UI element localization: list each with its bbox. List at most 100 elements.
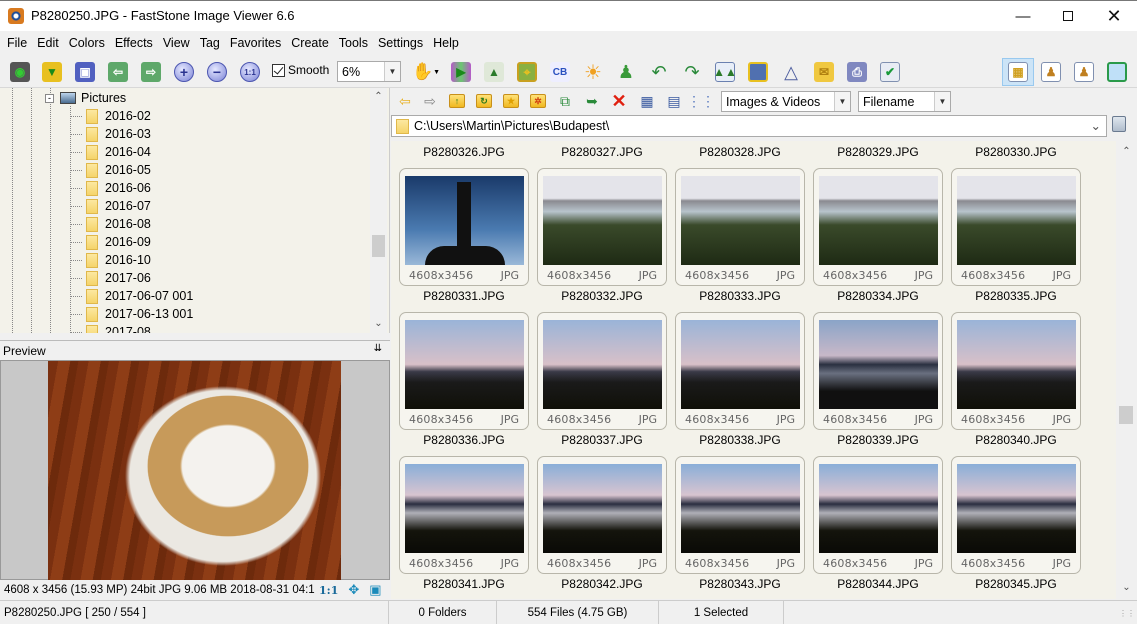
close-button[interactable]: ✕ (1091, 1, 1137, 31)
thumbnail-card[interactable]: 4608x3456 JPG (813, 456, 943, 574)
menu-favorites[interactable]: Favorites (225, 31, 286, 56)
thumbnail-card[interactable]: 4608x3456 JPG (399, 456, 529, 574)
thumbnail-filename[interactable]: P8280328.JPG (675, 145, 805, 159)
thumbnail-scroll-thumb[interactable] (1119, 406, 1133, 424)
thumbnail-filename[interactable]: P8280331.JPG (399, 289, 529, 303)
thumbnail-filename[interactable]: P8280340.JPG (951, 433, 1081, 447)
path-input[interactable]: C:\Users\Martin\Pictures\Budapest\ ⌄ (391, 115, 1107, 137)
thumbnail-filename[interactable]: P8280341.JPG (399, 577, 529, 591)
move-to-button[interactable]: ➥ (582, 91, 602, 111)
smooth-checkbox[interactable]: Smooth (272, 63, 329, 77)
tree-item-folder[interactable]: 2016-10 (70, 251, 151, 269)
thumbnail-filename[interactable]: P8280334.JPG (813, 289, 943, 303)
thumbnail-filename[interactable]: P8280342.JPG (537, 577, 667, 591)
open-button[interactable]: ▼ (40, 60, 64, 84)
resize-grip-icon[interactable]: ⋮⋮ (1119, 609, 1135, 618)
actual-size-toggle[interactable]: 1:1 (319, 584, 338, 597)
menu-view[interactable]: View (158, 31, 195, 56)
thumbnail-filename[interactable]: P8280329.JPG (813, 145, 943, 159)
acquire-button[interactable]: ◉ (8, 60, 32, 84)
scroll-down-icon[interactable]: ⌄ (1118, 579, 1135, 596)
maximize-button[interactable] (1045, 1, 1091, 31)
tree-item-folder[interactable]: 2016-08 (70, 215, 151, 233)
thumbnail-filename[interactable]: P8280345.JPG (951, 577, 1081, 591)
menu-tools[interactable]: Tools (334, 31, 373, 56)
compare-button[interactable]: ▲▲ (713, 60, 737, 84)
thumbnail-card[interactable]: 4608x3456 JPG (813, 312, 943, 430)
tree-item-folder[interactable]: 2017-06-07 001 (70, 287, 193, 305)
copy-to-button[interactable]: ⧉ (555, 91, 575, 111)
crop-button[interactable]: ⌖ (515, 60, 539, 84)
tree-scrollbar[interactable]: ⌃ ⌄ (370, 88, 387, 333)
chevron-down-icon[interactable]: ⌄ (1091, 118, 1101, 133)
menu-settings[interactable]: Settings (373, 31, 428, 56)
thumbnail-card[interactable]: 4608x3456 JPG (537, 168, 667, 286)
thumbnail-card[interactable]: 4608x3456 JPG (537, 456, 667, 574)
batch-button[interactable]: ✔ (878, 60, 902, 84)
thumbnail-filename[interactable]: P8280337.JPG (537, 433, 667, 447)
thumbnail-card[interactable]: 4608x3456 JPG (675, 168, 805, 286)
thumbnail-filename[interactable]: P8280344.JPG (813, 577, 943, 591)
text-button[interactable]: CB (548, 60, 572, 84)
up-folder-button[interactable]: ↑ (447, 91, 467, 111)
favorite-folder-button[interactable]: ★ (501, 91, 521, 111)
fullscreen-small-icon[interactable]: ▣ (369, 582, 381, 598)
browser-layout-button[interactable]: ▦ (1002, 58, 1034, 86)
rotate-right-button[interactable]: ↷ (680, 60, 704, 84)
collapse-double-chevron-icon[interactable]: ⇊ (374, 343, 382, 354)
thumbnail-filename[interactable]: P8280330.JPG (951, 145, 1081, 159)
slideshow-button[interactable]: ▶ (449, 60, 473, 84)
collapse-icon[interactable]: - (45, 93, 54, 103)
minimize-button[interactable]: — (1000, 1, 1046, 31)
thumbnail-card[interactable]: 4608x3456 JPG (813, 168, 943, 286)
resize-button[interactable]: ▲ (482, 60, 506, 84)
thumbnail-card[interactable]: 4608x3456 JPG (675, 456, 805, 574)
zoom-out-button[interactable]: − (205, 60, 229, 84)
thumbnail-scrollbar[interactable]: ⌃ ⌄ (1116, 141, 1137, 599)
forward-button[interactable]: ⇨ (420, 91, 440, 111)
thumbnail-card[interactable]: 4608x3456 JPG (399, 168, 529, 286)
tree-item-folder[interactable]: 2017-06-13 001 (70, 305, 193, 323)
scan-button[interactable]: △ (779, 60, 803, 84)
thumbnail-card[interactable]: 4608x3456 JPG (675, 312, 805, 430)
thumbnail-view-button[interactable]: ▦ (637, 91, 657, 111)
thumbnail-card[interactable]: 4608x3456 JPG (399, 312, 529, 430)
menu-help[interactable]: Help (428, 31, 464, 56)
tree-item-folder[interactable]: 2016-07 (70, 197, 151, 215)
scroll-up-icon[interactable]: ⌃ (1118, 143, 1135, 160)
thumbnail-filename[interactable]: P8280343.JPG (675, 577, 805, 591)
new-folder-button[interactable]: ✲ (528, 91, 548, 111)
tree-item-folder[interactable]: 2016-05 (70, 161, 151, 179)
tree-item-folder[interactable]: 2017-08 (70, 323, 151, 333)
menu-create[interactable]: Create (286, 31, 334, 56)
details-view-button[interactable]: ⋮⋮ (687, 91, 715, 111)
next-button[interactable]: ⇨ (139, 60, 163, 84)
list-view-button[interactable]: ▤ (664, 91, 684, 111)
tree-item-pictures[interactable]: - Pictures (45, 89, 126, 107)
thumbnail-filename[interactable]: P8280336.JPG (399, 433, 529, 447)
tree-item-folder[interactable]: 2016-02 (70, 107, 151, 125)
tree-item-folder[interactable]: 2016-06 (70, 179, 151, 197)
menu-edit[interactable]: Edit (32, 31, 64, 56)
thumbnail-filename[interactable]: P8280326.JPG (399, 145, 529, 159)
scroll-down-icon[interactable]: ⌄ (370, 315, 387, 332)
thumbnail-card[interactable]: 4608x3456 JPG (537, 312, 667, 430)
previous-button[interactable]: ⇦ (106, 60, 130, 84)
set-wallpaper-button[interactable] (746, 60, 770, 84)
menu-tag[interactable]: Tag (195, 31, 225, 56)
full-view-button[interactable]: ♟ (1068, 58, 1100, 86)
back-button[interactable]: ⇦ (395, 91, 415, 111)
print-button[interactable]: ⎙ (845, 60, 869, 84)
refresh-button[interactable]: ↻ (474, 91, 494, 111)
delete-button[interactable]: ✕ (609, 91, 629, 111)
tree-item-folder[interactable]: 2017-06 (70, 269, 151, 287)
actual-size-button[interactable]: 1:1 (238, 60, 262, 84)
tree-scroll-thumb[interactable] (372, 235, 385, 257)
tree-item-folder[interactable]: 2016-09 (70, 233, 151, 251)
thumbnail-card[interactable]: 4608x3456 JPG (951, 168, 1081, 286)
menu-file[interactable]: File (2, 31, 32, 56)
recycle-bin-button[interactable] (1112, 116, 1128, 134)
file-filter-select[interactable]: Images & Videos ▼ (721, 91, 851, 112)
save-button[interactable]: ▣ (73, 60, 97, 84)
fit-icon[interactable]: ✥ (348, 582, 359, 598)
